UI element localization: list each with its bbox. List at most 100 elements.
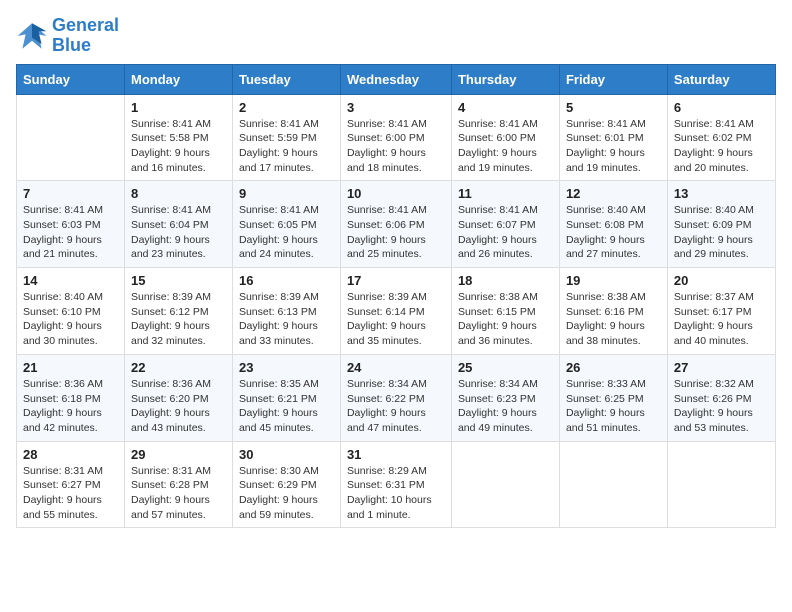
day-number: 30 — [239, 447, 334, 462]
day-number: 12 — [566, 186, 661, 201]
day-cell: 14Sunrise: 8:40 AMSunset: 6:10 PMDayligh… — [17, 268, 125, 355]
logo-icon — [16, 20, 48, 52]
day-info: Sunrise: 8:33 AMSunset: 6:25 PMDaylight:… — [566, 377, 661, 436]
day-cell: 1Sunrise: 8:41 AMSunset: 5:58 PMDaylight… — [124, 94, 232, 181]
day-info: Sunrise: 8:40 AMSunset: 6:08 PMDaylight:… — [566, 203, 661, 262]
header-row: SundayMondayTuesdayWednesdayThursdayFrid… — [17, 64, 776, 94]
day-info: Sunrise: 8:34 AMSunset: 6:23 PMDaylight:… — [458, 377, 553, 436]
day-info: Sunrise: 8:41 AMSunset: 6:03 PMDaylight:… — [23, 203, 118, 262]
day-cell: 30 Sunrise: 8:30 AMSunset: 6:29 PMDayligh… — [232, 441, 340, 528]
day-cell: 31 Sunrise: 8:29 AMSunset: 6:31 PMDayligh… — [340, 441, 451, 528]
day-info: Sunrise: 8:41 AMSunset: 6:00 PMDaylight:… — [458, 117, 553, 176]
day-number: 15 — [131, 273, 226, 288]
header-cell-wednesday: Wednesday — [340, 64, 451, 94]
day-cell: 19Sunrise: 8:38 AMSunset: 6:16 PMDayligh… — [559, 268, 667, 355]
day-cell: 23Sunrise: 8:35 AMSunset: 6:21 PMDayligh… — [232, 354, 340, 441]
day-info: Sunrise: 8:31 AMSunset: 6:28 PMDaylight:… — [131, 464, 226, 523]
header-cell-thursday: Thursday — [451, 64, 559, 94]
day-number: 18 — [458, 273, 553, 288]
day-info: Sunrise: 8:37 AMSunset: 6:17 PMDaylight:… — [674, 290, 769, 349]
day-cell: 13 Sunrise: 8:40 AMSunset: 6:09 PMDayligh… — [667, 181, 775, 268]
day-number: 10 — [347, 186, 445, 201]
day-info: Sunrise: 8:30 AMSunset: 6:29 PMDaylight:… — [239, 464, 334, 523]
day-info: Sunrise: 8:36 AMSunset: 6:20 PMDaylight:… — [131, 377, 226, 436]
day-cell: 9Sunrise: 8:41 AMSunset: 6:05 PMDaylight… — [232, 181, 340, 268]
day-cell: 25 Sunrise: 8:34 AMSunset: 6:23 PMDayligh… — [451, 354, 559, 441]
day-number: 13 — [674, 186, 769, 201]
day-info: Sunrise: 8:29 AMSunset: 6:31 PMDaylight:… — [347, 464, 445, 523]
day-cell: 24 Sunrise: 8:34 AMSunset: 6:22 PMDayligh… — [340, 354, 451, 441]
day-number: 4 — [458, 100, 553, 115]
day-cell: 12 Sunrise: 8:40 AMSunset: 6:08 PMDayligh… — [559, 181, 667, 268]
day-info: Sunrise: 8:41 AMSunset: 6:00 PMDaylight:… — [347, 117, 445, 176]
day-cell: 7Sunrise: 8:41 AMSunset: 6:03 PMDaylight… — [17, 181, 125, 268]
day-number: 5 — [566, 100, 661, 115]
calendar-table: SundayMondayTuesdayWednesdayThursdayFrid… — [16, 64, 776, 529]
week-row-4: 21Sunrise: 8:36 AMSunset: 6:18 PMDayligh… — [17, 354, 776, 441]
day-info: Sunrise: 8:35 AMSunset: 6:21 PMDaylight:… — [239, 377, 334, 436]
day-cell: 3 Sunrise: 8:41 AMSunset: 6:00 PMDaylight… — [340, 94, 451, 181]
day-number: 2 — [239, 100, 334, 115]
day-info: Sunrise: 8:39 AMSunset: 6:12 PMDaylight:… — [131, 290, 226, 349]
week-row-3: 14Sunrise: 8:40 AMSunset: 6:10 PMDayligh… — [17, 268, 776, 355]
day-number: 8 — [131, 186, 226, 201]
day-cell: 11 Sunrise: 8:41 AMSunset: 6:07 PMDayligh… — [451, 181, 559, 268]
day-info: Sunrise: 8:36 AMSunset: 6:18 PMDaylight:… — [23, 377, 118, 436]
day-number: 25 — [458, 360, 553, 375]
day-info: Sunrise: 8:41 AMSunset: 5:58 PMDaylight:… — [131, 117, 226, 176]
day-cell — [559, 441, 667, 528]
day-info: Sunrise: 8:39 AMSunset: 6:13 PMDaylight:… — [239, 290, 334, 349]
week-row-2: 7Sunrise: 8:41 AMSunset: 6:03 PMDaylight… — [17, 181, 776, 268]
day-number: 17 — [347, 273, 445, 288]
header-cell-friday: Friday — [559, 64, 667, 94]
day-number: 24 — [347, 360, 445, 375]
day-info: Sunrise: 8:39 AMSunset: 6:14 PMDaylight:… — [347, 290, 445, 349]
day-cell: 21Sunrise: 8:36 AMSunset: 6:18 PMDayligh… — [17, 354, 125, 441]
day-number: 11 — [458, 186, 553, 201]
day-info: Sunrise: 8:38 AMSunset: 6:15 PMDaylight:… — [458, 290, 553, 349]
logo: General Blue — [16, 16, 119, 56]
logo-text-line2: Blue — [52, 36, 119, 56]
day-number: 29 — [131, 447, 226, 462]
day-cell: 15 Sunrise: 8:39 AMSunset: 6:12 PMDayligh… — [124, 268, 232, 355]
day-info: Sunrise: 8:41 AMSunset: 6:07 PMDaylight:… — [458, 203, 553, 262]
header: General Blue — [16, 16, 776, 56]
day-info: Sunrise: 8:34 AMSunset: 6:22 PMDaylight:… — [347, 377, 445, 436]
day-info: Sunrise: 8:41 AMSunset: 6:06 PMDaylight:… — [347, 203, 445, 262]
header-cell-saturday: Saturday — [667, 64, 775, 94]
week-row-5: 28 Sunrise: 8:31 AMSunset: 6:27 PMDayligh… — [17, 441, 776, 528]
day-number: 27 — [674, 360, 769, 375]
header-cell-monday: Monday — [124, 64, 232, 94]
logo-text-line1: General — [52, 16, 119, 36]
day-number: 28 — [23, 447, 118, 462]
day-number: 20 — [674, 273, 769, 288]
week-row-1: 1Sunrise: 8:41 AMSunset: 5:58 PMDaylight… — [17, 94, 776, 181]
day-cell: 2 Sunrise: 8:41 AMSunset: 5:59 PMDaylight… — [232, 94, 340, 181]
day-cell — [17, 94, 125, 181]
header-cell-sunday: Sunday — [17, 64, 125, 94]
day-cell: 27 Sunrise: 8:32 AMSunset: 6:26 PMDayligh… — [667, 354, 775, 441]
day-info: Sunrise: 8:41 AMSunset: 5:59 PMDaylight:… — [239, 117, 334, 176]
day-number: 31 — [347, 447, 445, 462]
day-info: Sunrise: 8:41 AMSunset: 6:02 PMDaylight:… — [674, 117, 769, 176]
day-cell: 4 Sunrise: 8:41 AMSunset: 6:00 PMDaylight… — [451, 94, 559, 181]
day-cell: 10 Sunrise: 8:41 AMSunset: 6:06 PMDayligh… — [340, 181, 451, 268]
day-info: Sunrise: 8:40 AMSunset: 6:09 PMDaylight:… — [674, 203, 769, 262]
day-cell: 20 Sunrise: 8:37 AMSunset: 6:17 PMDayligh… — [667, 268, 775, 355]
day-info: Sunrise: 8:31 AMSunset: 6:27 PMDaylight:… — [23, 464, 118, 523]
day-cell — [451, 441, 559, 528]
day-cell: 6 Sunrise: 8:41 AMSunset: 6:02 PMDaylight… — [667, 94, 775, 181]
day-info: Sunrise: 8:41 AMSunset: 6:05 PMDaylight:… — [239, 203, 334, 262]
day-info: Sunrise: 8:32 AMSunset: 6:26 PMDaylight:… — [674, 377, 769, 436]
day-number: 6 — [674, 100, 769, 115]
day-cell: 18 Sunrise: 8:38 AMSunset: 6:15 PMDayligh… — [451, 268, 559, 355]
day-cell: 17 Sunrise: 8:39 AMSunset: 6:14 PMDayligh… — [340, 268, 451, 355]
day-cell: 29 Sunrise: 8:31 AMSunset: 6:28 PMDayligh… — [124, 441, 232, 528]
day-info: Sunrise: 8:41 AMSunset: 6:01 PMDaylight:… — [566, 117, 661, 176]
day-cell: 22 Sunrise: 8:36 AMSunset: 6:20 PMDayligh… — [124, 354, 232, 441]
day-number: 22 — [131, 360, 226, 375]
day-cell — [667, 441, 775, 528]
day-number: 19 — [566, 273, 661, 288]
header-cell-tuesday: Tuesday — [232, 64, 340, 94]
day-number: 3 — [347, 100, 445, 115]
